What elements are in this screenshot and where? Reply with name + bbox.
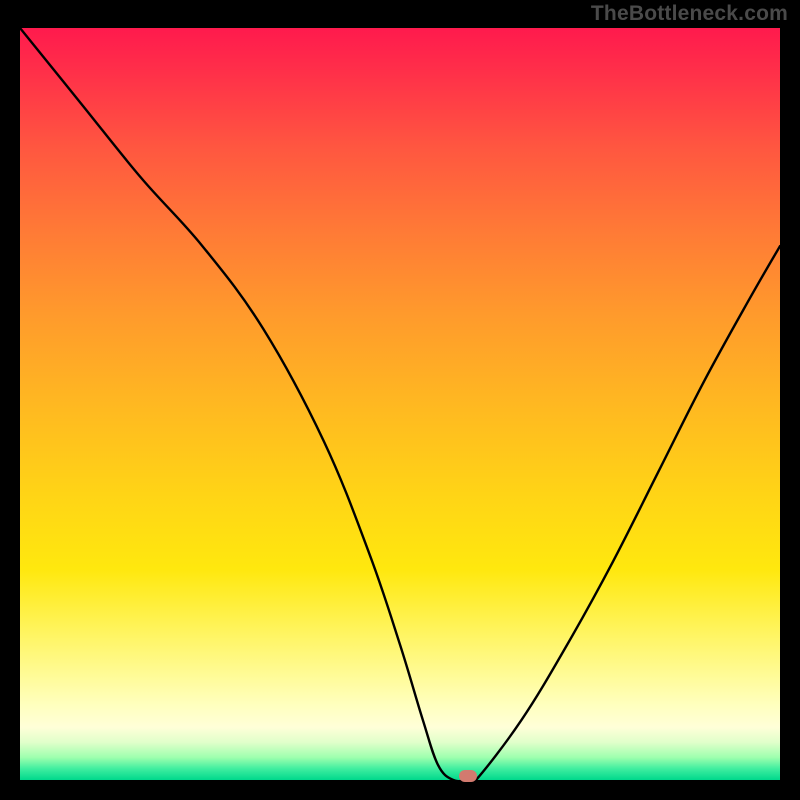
bottleneck-curve bbox=[20, 28, 780, 780]
plot-area bbox=[20, 28, 780, 780]
chart-container: TheBottleneck.com bbox=[0, 0, 800, 800]
watermark-text: TheBottleneck.com bbox=[591, 2, 788, 26]
optimal-point-marker bbox=[459, 770, 477, 782]
curve-svg bbox=[20, 28, 780, 780]
